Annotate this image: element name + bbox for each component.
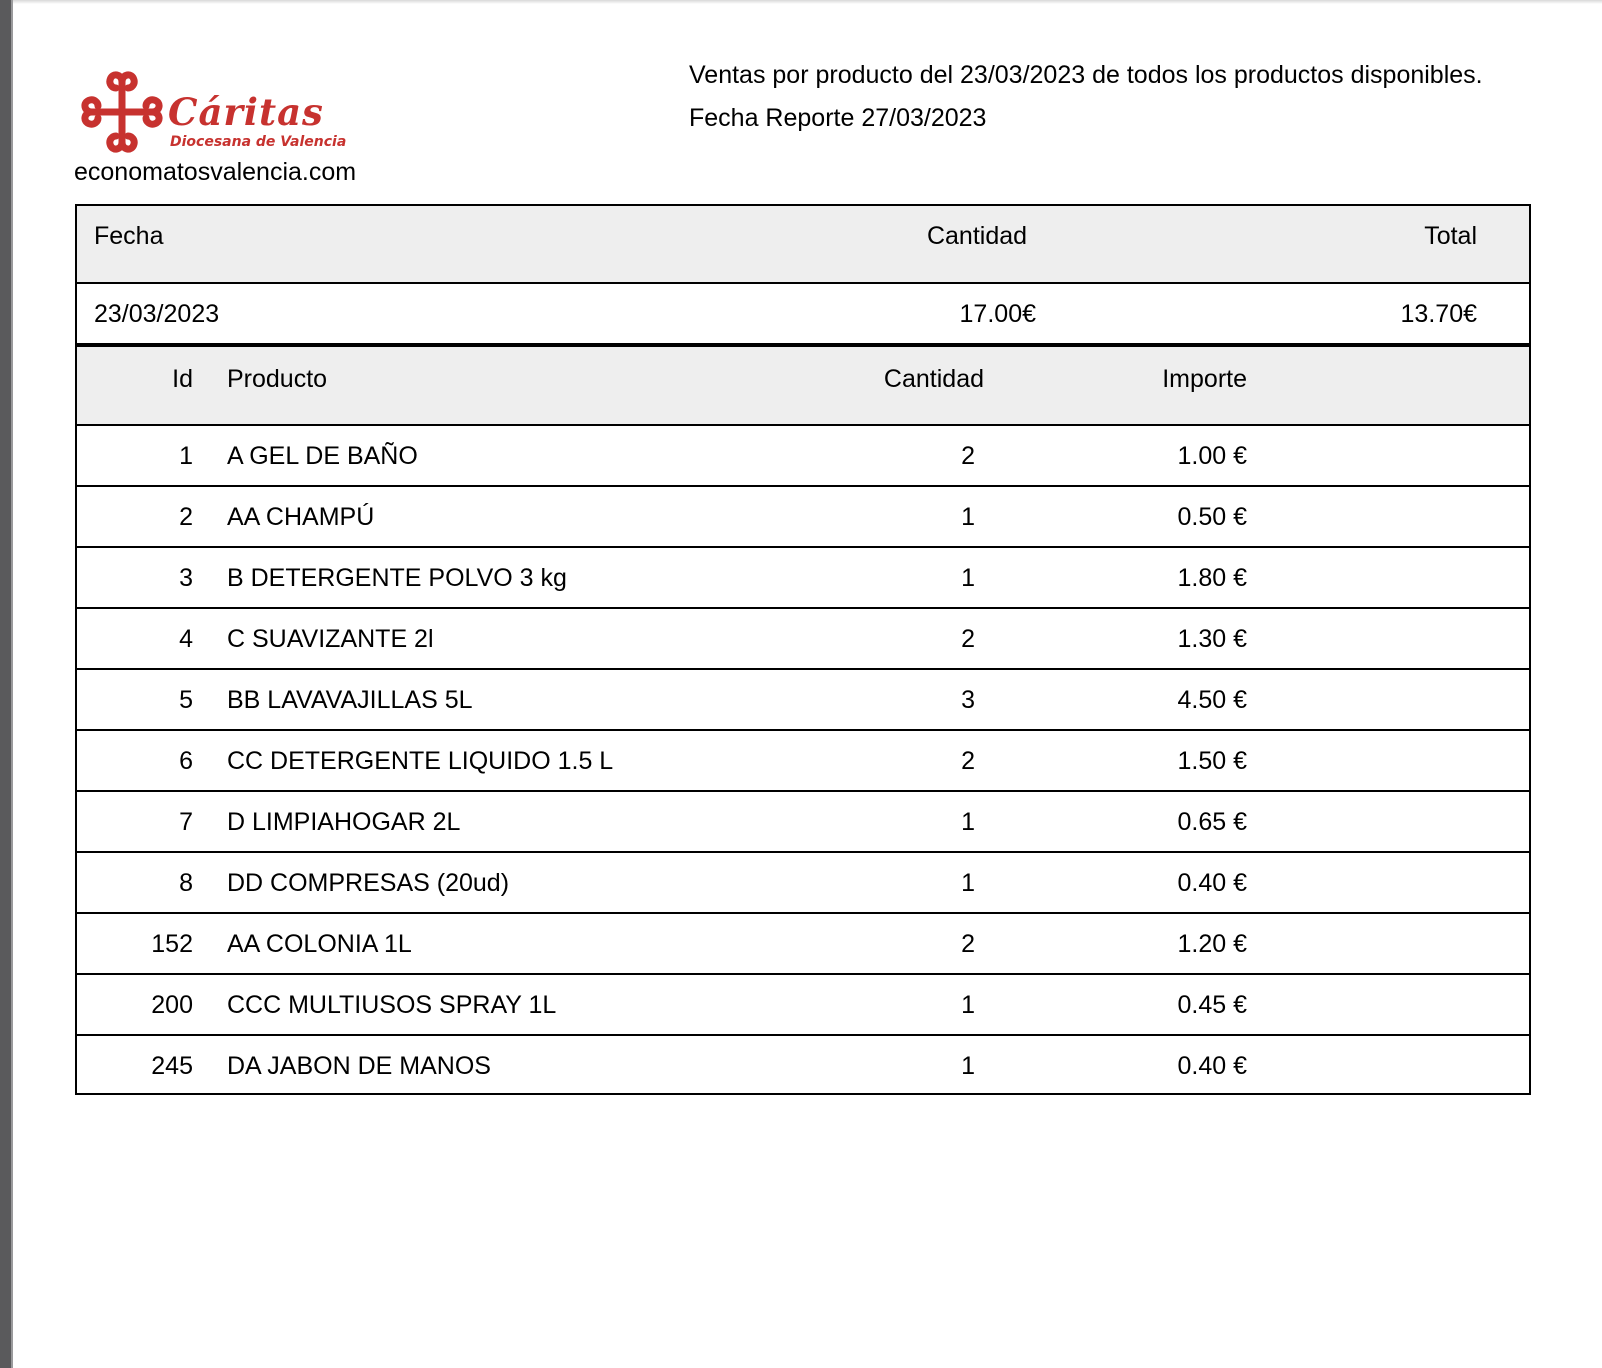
table-row: 3 B DETERGENTE POLVO 3 kg 1 1.80 € xyxy=(77,546,1529,607)
report-date: Fecha Reporte 27/03/2023 xyxy=(689,104,987,132)
product-cantidad: 1 xyxy=(961,564,975,592)
product-cantidad: 3 xyxy=(961,686,975,714)
product-name: DA JABON DE MANOS xyxy=(227,1052,491,1080)
product-cantidad: 1 xyxy=(961,503,975,531)
product-id: 3 xyxy=(179,564,193,592)
product-id: 1 xyxy=(179,442,193,470)
product-cantidad: 1 xyxy=(961,991,975,1019)
products-body: 1 A GEL DE BAÑO 2 1.00 € 2 AA CHAMPÚ 1 0.50 € 3 B… xyxy=(77,424,1529,1095)
product-id: 152 xyxy=(151,930,193,958)
product-importe: 1.30 € xyxy=(1177,625,1247,653)
product-importe: 0.50 € xyxy=(1177,503,1247,531)
product-name: CC DETERGENTE LIQUIDO 1.5 L xyxy=(227,747,614,775)
summary-table: Fecha Cantidad Total 23/03/2023 17.00€ 1… xyxy=(75,204,1531,345)
table-row: 8 DD COMPRESAS (20ud) 1 0.40 € xyxy=(77,851,1529,912)
product-cantidad: 2 xyxy=(961,747,975,775)
product-id: 245 xyxy=(151,1052,193,1080)
product-name: AA COLONIA 1L xyxy=(227,930,412,958)
product-cantidad: 2 xyxy=(961,625,975,653)
caritas-cross-icon xyxy=(81,71,163,153)
table-row: 1 A GEL DE BAÑO 2 1.00 € xyxy=(77,424,1529,485)
products-header-id: Id xyxy=(172,365,193,393)
product-importe: 0.45 € xyxy=(1177,991,1247,1019)
product-cantidad: 1 xyxy=(961,1052,975,1080)
product-name: AA CHAMPÚ xyxy=(227,503,375,531)
product-id: 8 xyxy=(179,869,193,897)
product-id: 7 xyxy=(179,808,193,836)
product-id: 6 xyxy=(179,747,193,775)
summary-header-total: Total xyxy=(1424,222,1477,250)
website-text: economatosvalencia.com xyxy=(74,158,357,186)
product-cantidad: 1 xyxy=(961,808,975,836)
product-cantidad: 2 xyxy=(961,442,975,470)
product-name: C SUAVIZANTE 2l xyxy=(227,625,434,653)
product-name: D LIMPIAHOGAR 2L xyxy=(227,808,461,836)
caritas-logo: Cáritas Diocesana de Valencia xyxy=(80,70,346,154)
summary-cantidad: 17.00€ xyxy=(959,300,1036,328)
product-name: DD COMPRESAS (20ud) xyxy=(227,869,510,897)
table-row: 4 C SUAVIZANTE 2l 2 1.30 € xyxy=(77,607,1529,668)
window-left-edge xyxy=(0,0,11,1368)
logo-wordmark: Cáritas xyxy=(168,90,324,134)
product-id: 2 xyxy=(179,503,193,531)
product-importe: 1.00 € xyxy=(1177,442,1247,470)
product-id: 5 xyxy=(179,686,193,714)
summary-total: 13.70€ xyxy=(1400,300,1477,328)
table-row: 245 DA JABON DE MANOS 1 0.40 € xyxy=(77,1034,1529,1095)
product-name: BB LAVAVAJILLAS 5L xyxy=(227,686,473,714)
products-header-row: Id Producto Cantidad Importe xyxy=(77,345,1529,424)
summary-header-row: Fecha Cantidad Total xyxy=(77,204,1529,282)
window-left-edge-highlight xyxy=(11,0,13,1368)
product-importe: 1.80 € xyxy=(1177,564,1247,592)
summary-header-cantidad: Cantidad xyxy=(926,222,1028,250)
table-row: 7 D LIMPIAHOGAR 2L 1 0.65 € xyxy=(77,790,1529,851)
summary-fecha: 23/03/2023 xyxy=(94,300,220,328)
products-table: Id Producto Cantidad Importe 1 A GEL DE B… xyxy=(75,345,1531,1095)
products-header-cantidad: Cantidad xyxy=(883,365,984,393)
logo-subtitle: Diocesana de Valencia xyxy=(170,134,347,150)
page-top-shadow xyxy=(13,0,1602,4)
summary-row: 23/03/2023 17.00€ 13.70€ xyxy=(77,282,1529,345)
summary-header-fecha: Fecha xyxy=(94,222,164,250)
table-row: 2 AA CHAMPÚ 1 0.50 € xyxy=(77,485,1529,546)
product-importe: 0.40 € xyxy=(1177,869,1247,897)
products-header-importe: Importe xyxy=(1162,365,1247,393)
product-cantidad: 1 xyxy=(961,869,975,897)
products-header-producto: Producto xyxy=(227,365,328,393)
product-cantidad: 2 xyxy=(961,930,975,958)
table-row: 6 CC DETERGENTE LIQUIDO 1.5 L 2 1.50 € xyxy=(77,729,1529,790)
product-name: A GEL DE BAÑO xyxy=(227,442,418,470)
product-importe: 1.50 € xyxy=(1177,747,1247,775)
product-importe: 0.40 € xyxy=(1177,1052,1247,1080)
product-id: 200 xyxy=(151,991,193,1019)
product-id: 4 xyxy=(179,625,193,653)
table-row: 200 CCC MULTIUSOS SPRAY 1L 1 0.45 € xyxy=(77,973,1529,1034)
product-name: CCC MULTIUSOS SPRAY 1L xyxy=(227,991,557,1019)
product-importe: 4.50 € xyxy=(1177,686,1247,714)
product-name: B DETERGENTE POLVO 3 kg xyxy=(227,564,567,592)
product-importe: 1.20 € xyxy=(1177,930,1247,958)
table-row: 5 BB LAVAVAJILLAS 5L 3 4.50 € xyxy=(77,668,1529,729)
report-title: Ventas por producto del 23/03/2023 de to… xyxy=(689,61,1483,89)
product-importe: 0.65 € xyxy=(1177,808,1247,836)
table-row: 152 AA COLONIA 1L 2 1.20 € xyxy=(77,912,1529,973)
